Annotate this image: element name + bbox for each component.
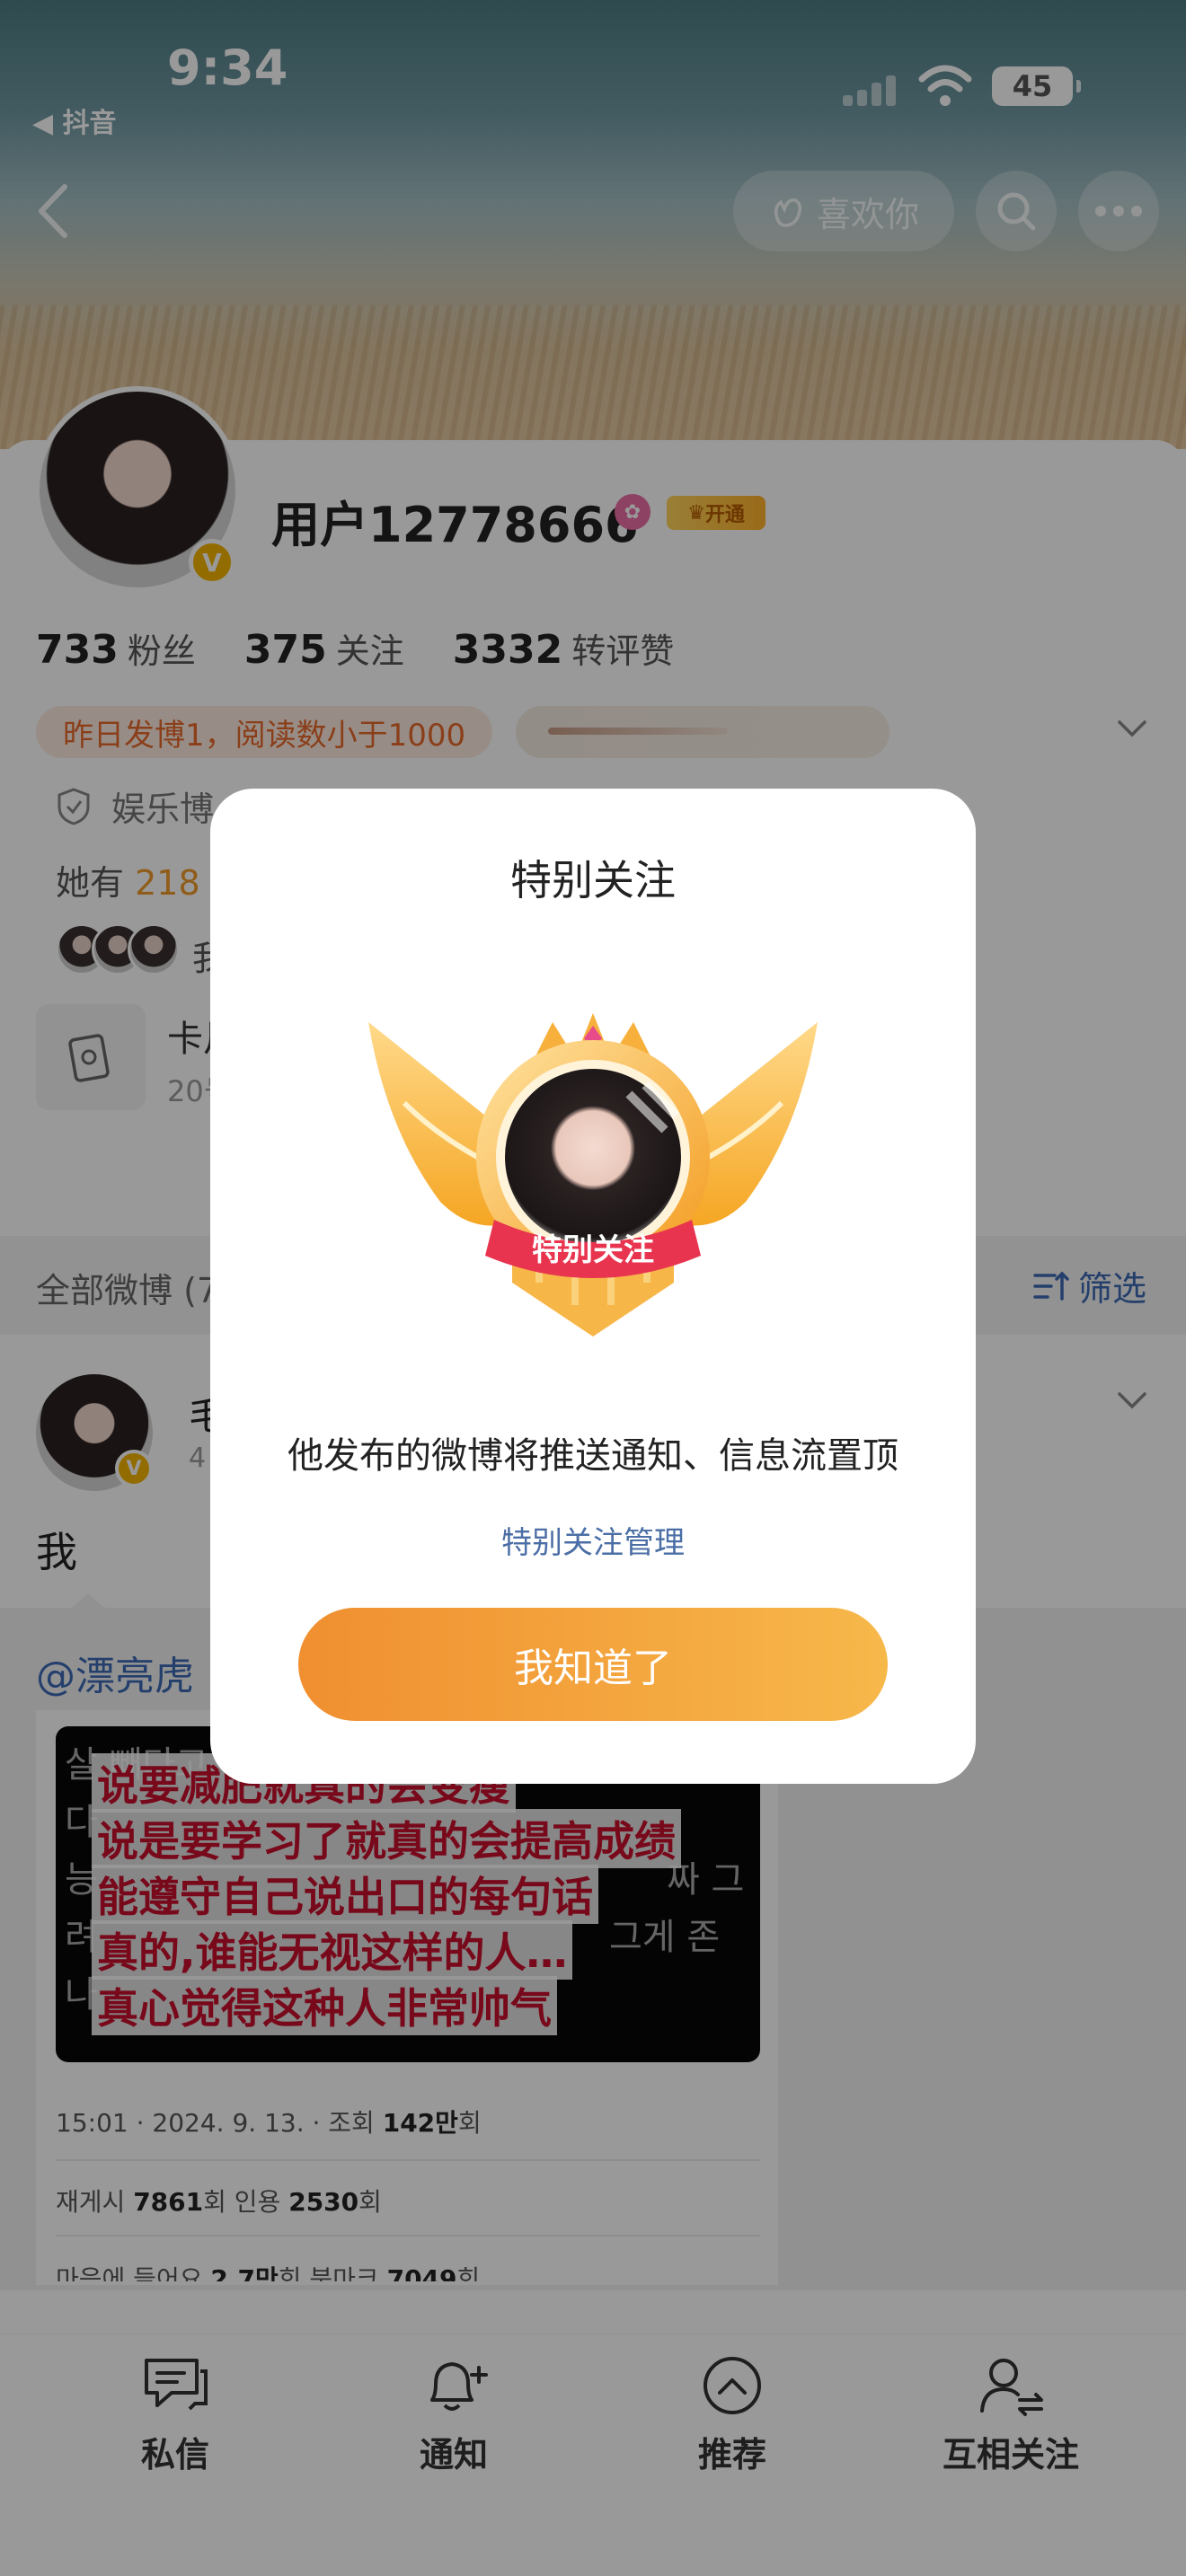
confirm-button[interactable]: 我知道了 xyxy=(298,1608,888,1721)
profile-page: 9:34 ◀ 抖音 45 喜欢你 V 用户12778666 ✿ ♛ 开通 733… xyxy=(0,0,1186,2576)
special-follow-dialog: 特别关注 特别关注 他发布的微博将推送通知、信息流置顶 特别关注管理 我知道了 xyxy=(210,789,976,1784)
special-follow-badge-icon: 特别关注 xyxy=(368,1013,818,1337)
manage-special-follow-link[interactable]: 特别关注管理 xyxy=(210,1518,976,1562)
dialog-description: 他发布的微博将推送通知、信息流置顶 xyxy=(288,1435,898,1477)
dialog-title: 特别关注 xyxy=(510,856,676,904)
badge-ribbon-text: 特别关注 xyxy=(532,1232,654,1268)
